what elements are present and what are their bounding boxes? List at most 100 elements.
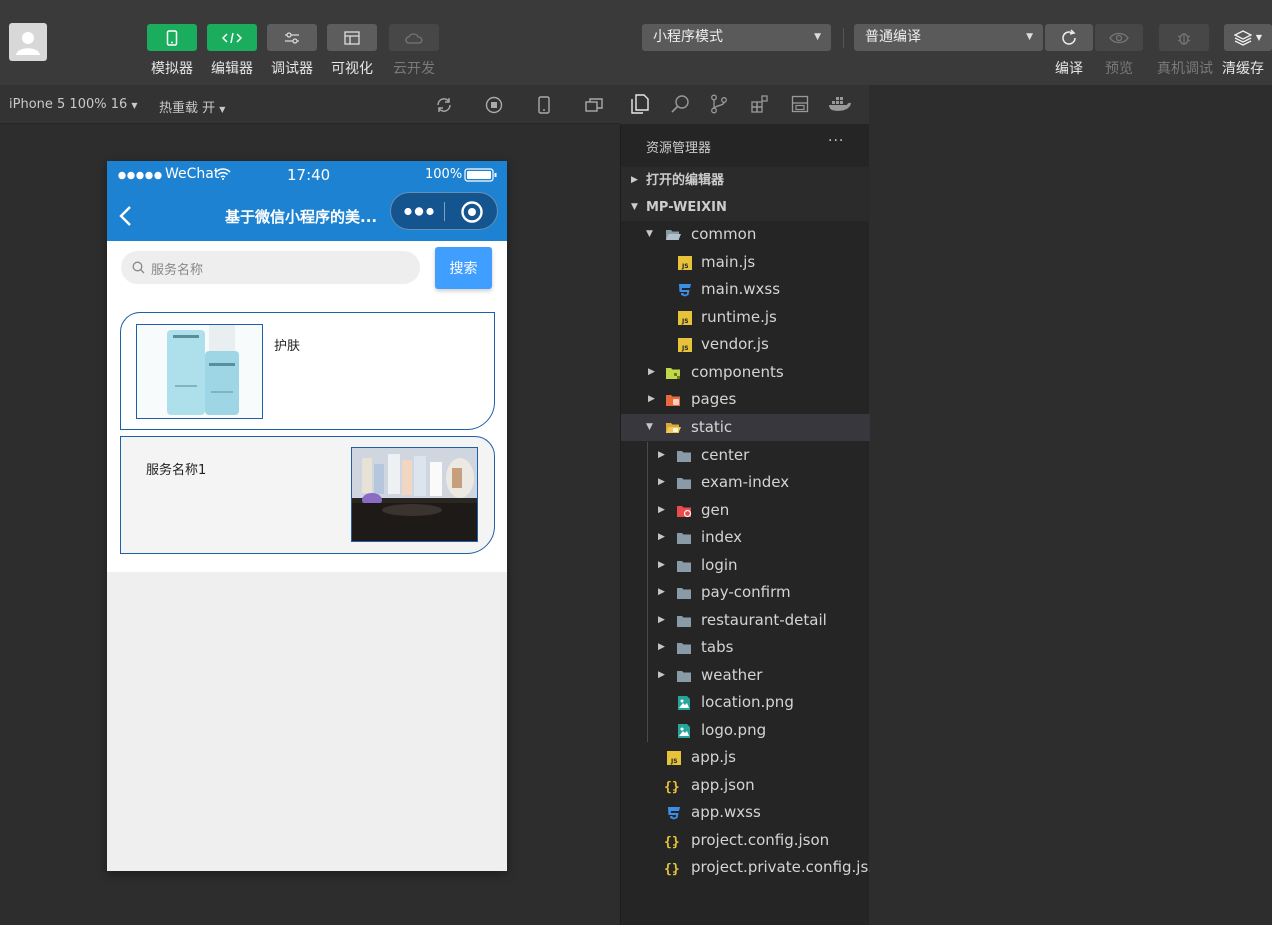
tree-folder-common[interactable]: ▼ common [621, 221, 870, 248]
more-actions-icon[interactable]: ··· [828, 133, 844, 149]
tree-folder-components[interactable]: ▶ components [621, 359, 870, 386]
tree-file-main-js[interactable]: JS main.js [621, 249, 870, 276]
code-icon [221, 32, 243, 43]
css-file-icon [668, 807, 680, 820]
open-editors-section[interactable]: ▶ 打开的编辑器 [621, 167, 870, 194]
phone-icon [166, 29, 178, 46]
search-button[interactable]: 搜索 [435, 247, 492, 289]
close-target-icon[interactable] [460, 200, 484, 224]
files-icon[interactable] [631, 94, 649, 114]
visual-button[interactable] [327, 24, 377, 51]
visual-label: 可视化 [331, 61, 373, 77]
css-file-icon [679, 284, 691, 297]
remote-debug-button[interactable] [1159, 24, 1209, 51]
hot-reload-toggle[interactable]: 热重载 开 ▼ [159, 97, 225, 116]
tree-file-app-json[interactable]: {} app.json [621, 772, 870, 799]
tree-label: runtime.js [701, 308, 777, 326]
battery-icon [464, 168, 497, 182]
tree-folder-center[interactable]: ▶ center [621, 442, 870, 469]
js-file-icon: JS [667, 751, 681, 765]
mode-select[interactable]: 小程序模式 ▼ [642, 24, 831, 51]
tree-label: app.js [691, 748, 736, 766]
service-card[interactable]: 服务名称1 [120, 436, 495, 554]
skincare-product-image [136, 324, 263, 419]
cloud-icon [405, 32, 423, 44]
device-select[interactable]: iPhone 5 100% 16 ▼ [9, 97, 138, 112]
editor-area-empty [869, 85, 1272, 925]
source-control-icon[interactable] [710, 94, 728, 114]
back-arrow-icon[interactable] [118, 205, 132, 227]
tree-folder-pay-confirm[interactable]: ▶ pay-confirm [621, 579, 870, 606]
svg-text:JS: JS [681, 318, 689, 325]
search-icon [132, 261, 145, 274]
device-select-value: iPhone 5 100% 16 [9, 97, 128, 112]
search-input[interactable]: 服务名称 [121, 251, 420, 284]
rotate-icon[interactable] [434, 95, 454, 115]
compile-button[interactable] [1045, 24, 1093, 51]
folder-icon [677, 671, 691, 682]
tree-file-logo-png[interactable]: logo.png [621, 717, 870, 744]
tree-folder-restaurant-detail[interactable]: ▶ restaurant-detail [621, 607, 870, 634]
storage-icon[interactable] [791, 95, 809, 113]
js-file-icon: JS [678, 338, 692, 352]
extensions-icon[interactable] [750, 94, 770, 114]
tree-folder-gen[interactable]: ▶ gen [621, 497, 870, 524]
debugger-button[interactable] [267, 24, 317, 51]
eye-icon [1109, 32, 1129, 43]
simulator-button[interactable] [147, 24, 197, 51]
hot-reload-value: 热重载 开 [159, 101, 216, 116]
svg-text:{}: {} [664, 835, 680, 849]
tree-label: login [701, 556, 738, 574]
caret-down-icon: ▼ [814, 32, 821, 42]
docker-icon[interactable] [828, 95, 852, 113]
page-content: 服务名称 搜索 护肤 服务名称1 [107, 241, 507, 572]
explorer-header: 资源管理器 [646, 141, 712, 156]
editor-button[interactable] [207, 24, 257, 51]
sliders-icon [285, 31, 299, 44]
tree-file-app-js[interactable]: JS app.js [621, 744, 870, 771]
clear-cache-button[interactable]: ▼ [1224, 24, 1272, 51]
stop-icon[interactable] [484, 95, 504, 115]
tree-folder-tabs[interactable]: ▶ tabs [621, 634, 870, 661]
tree-folder-weather[interactable]: ▶ weather [621, 662, 870, 689]
tree-file-main-wxss[interactable]: main.wxss [621, 276, 870, 303]
folder-icon [677, 478, 691, 489]
caret-down-icon: ▼ [1255, 33, 1263, 42]
folder-open-icon [666, 230, 681, 240]
tree-folder-pages[interactable]: ▶ pages [621, 386, 870, 413]
tree-file-project-private-config[interactable]: {} project.private.config.js... [621, 854, 870, 881]
cloud-button[interactable] [389, 24, 439, 51]
tree-folder-index[interactable]: ▶ index [621, 524, 870, 551]
chevron-right-icon: ▶ [658, 450, 665, 460]
tree-label: restaurant-detail [701, 611, 827, 629]
tree-folder-exam-index[interactable]: ▶ exam-index [621, 469, 870, 496]
tree-file-project-config-json[interactable]: {} project.config.json [621, 827, 870, 854]
tree-folder-login[interactable]: ▶ login [621, 552, 870, 579]
preview-button[interactable] [1095, 24, 1143, 51]
tree-folder-static[interactable]: ▼ static [621, 414, 870, 441]
image-file-icon [678, 696, 690, 710]
folder-icon [677, 616, 691, 627]
svg-text:JS: JS [681, 263, 689, 270]
project-section[interactable]: ▼ MP-WEIXIN [621, 194, 870, 221]
tree-file-vendor-js[interactable]: JS vendor.js [621, 331, 870, 358]
search-icon[interactable] [670, 94, 690, 114]
more-dots-icon[interactable] [404, 207, 434, 216]
bug-icon [1177, 32, 1191, 45]
user-avatar[interactable] [9, 23, 47, 61]
windows-icon[interactable] [584, 95, 604, 115]
tree-label: pages [691, 390, 737, 408]
tree-file-app-wxss[interactable]: app.wxss [621, 799, 870, 826]
layout-icon [344, 30, 360, 45]
top-toolbar: 模拟器 编辑器 调试器 可视化 云开发 小程序模式 ▼ 普通编译 ▼ ▼ 编译 … [0, 0, 1272, 85]
tree-file-runtime-js[interactable]: JS runtime.js [621, 304, 870, 331]
refresh-icon [1062, 28, 1076, 45]
compile-select[interactable]: 普通编译 ▼ [854, 24, 1043, 51]
phone-icon[interactable] [534, 95, 554, 115]
svg-text:{}: {} [664, 780, 680, 794]
tree-file-location-png[interactable]: location.png [621, 689, 870, 716]
service-card[interactable]: 护肤 [120, 312, 495, 430]
pages-folder-icon [666, 395, 680, 406]
tree-label: center [701, 446, 750, 464]
svg-text:JS: JS [670, 758, 678, 765]
